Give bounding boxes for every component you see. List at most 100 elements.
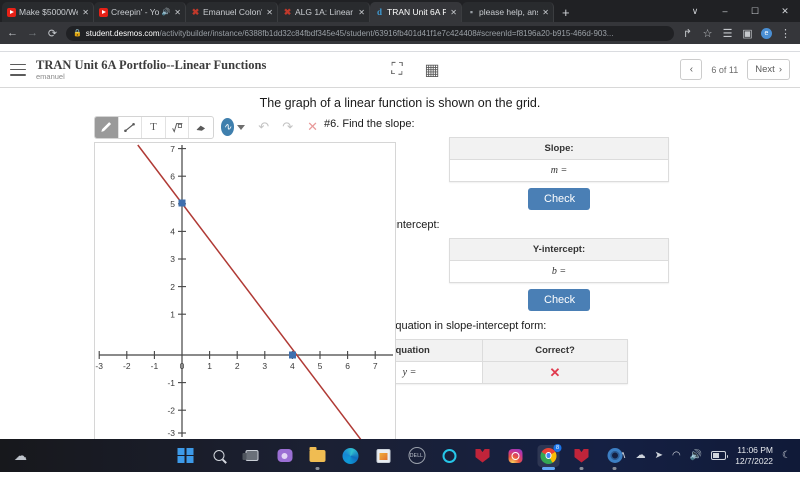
wifi-icon[interactable]: ◠ [672,450,681,461]
close-icon[interactable]: ✕ [357,8,365,17]
search-button[interactable] [208,445,230,467]
side-panel-icon[interactable]: ▣ [741,27,754,40]
next-screen-button[interactable]: Next › [747,59,790,80]
chat-icon [277,449,292,462]
equation-answer-prefix: y = [402,367,417,378]
close-icon[interactable]: ✕ [541,8,549,17]
instagram-icon [508,448,523,463]
check-y-intercept-button[interactable]: Check [528,289,590,311]
microsoft-store-button[interactable] [373,445,395,467]
slope-table-header: Slope: [449,137,669,160]
battery-icon[interactable] [711,451,729,460]
cortana-button[interactable] [439,445,461,467]
window-controls: ∨ – ☐ ✕ [680,0,800,22]
panes: T ∿ ↶ ↷ ✕ -3 -2 -1 0 1 2 3 4 5 6 7 7 6 5… [0,110,800,440]
notifications-icon[interactable]: ☾ [782,450,791,461]
close-icon[interactable]: ✕ [449,8,457,17]
fullscreen-icon[interactable]: ⛶ [391,61,402,79]
graph-canvas[interactable]: -3 -2 -1 0 1 2 3 4 5 6 7 7 6 5 4 3 2 1 -… [94,142,396,440]
y-intercept-answer-prefix: b = [551,266,567,277]
file-explorer-button[interactable] [307,445,329,467]
weather-widget[interactable]: ☁ [0,448,31,464]
start-button[interactable] [175,445,197,467]
volume-icon[interactable]: 🔊 [690,450,702,461]
math-expression-tool[interactable] [166,116,190,138]
check-slope-button[interactable]: Check [528,188,590,210]
clear-sketch-icon[interactable]: ✕ [307,119,318,135]
close-icon[interactable]: ✕ [173,8,181,17]
back-icon[interactable]: ← [6,27,19,39]
instagram-button[interactable] [505,445,527,467]
activity-header: TRAN Unit 6A Portfolio--Linear Functions… [0,52,800,88]
browser-tab[interactable]: ✖ Emanuel Colon's He ✕ [186,2,278,22]
svg-text:4: 4 [170,227,175,237]
browser-tab[interactable]: ▪ please help, answer ✕ [462,2,554,22]
chevron-down-icon[interactable] [237,124,246,130]
svg-text:2: 2 [170,282,175,292]
store-icon [376,448,391,463]
browser-tab[interactable]: ✖ ALG 1A: Linear Fun ✕ [278,2,370,22]
chrome-menu-icon[interactable]: ⋮ [779,27,792,40]
browser-tab[interactable]: Creepin' - YouT 🔊 ✕ [94,2,186,22]
slope-answer-prefix: m = [550,165,568,176]
browser-tab[interactable]: Make $5000/Week ✕ [2,2,94,22]
close-icon[interactable]: ✕ [81,8,89,17]
color-picker-button[interactable]: ∿ [220,118,235,136]
line-tool[interactable] [119,116,143,138]
chat-button[interactable] [274,445,296,467]
tab-search-chevron-icon[interactable]: ∨ [680,0,710,22]
profile-avatar[interactable]: e [761,27,772,39]
onedrive-icon[interactable]: ☁ [636,450,646,461]
svg-text:7: 7 [170,144,175,154]
redo-icon[interactable]: ↷ [282,119,293,135]
browser-tab-active[interactable]: d TRAN Unit 6A Portf ✕ [370,2,462,22]
svg-text:5: 5 [318,361,323,371]
clock[interactable]: 11:06 PM 12/7/2022 [735,445,773,467]
lock-icon: 🔒 [73,30,82,37]
eraser-tool[interactable] [189,117,212,138]
location-icon[interactable]: ➤ [655,450,663,461]
new-tab-button[interactable]: + [554,2,578,22]
tab-title: Emanuel Colon's He [203,7,262,17]
share-icon[interactable]: ↱ [681,27,694,40]
mute-icon[interactable]: 🔊 [162,8,171,16]
chrome-button[interactable]: 8 [537,443,562,467]
pencil-tool[interactable] [95,116,119,138]
y-intercept-answer-cell[interactable]: b = [449,260,669,283]
calculator-icon[interactable]: ▦ [425,60,440,80]
browser-toolbar-icons: ↱ ☆ ☰ ▣ e ⋮ [681,27,794,40]
settings-button[interactable] [604,445,626,467]
close-window-button[interactable]: ✕ [770,0,800,22]
maximize-button[interactable]: ☐ [740,0,770,22]
dell-button[interactable]: DELL [406,445,428,467]
svg-text:6: 6 [345,361,350,371]
system-tray: ∧ ☁ ➤ ◠ 🔊 11:06 PM 12/7/2022 ☾ [619,445,800,467]
svg-text:-3: -3 [167,428,175,438]
activity-content: The graph of a linear function is shown … [0,88,800,440]
windows-logo-icon [177,447,194,464]
tab-title: Make $5000/Week [19,7,78,17]
slope-answer-cell[interactable]: m = [449,159,669,182]
task-view-button[interactable] [241,445,263,467]
bookmark-star-icon[interactable]: ☆ [701,27,714,40]
reading-list-icon[interactable]: ☰ [721,27,734,40]
desmos-icon: d [376,6,382,17]
forward-icon[interactable]: → [26,27,39,39]
url-input[interactable]: 🔒 student.desmos.com/activitybuilder/ins… [66,25,674,41]
edge-button[interactable] [340,445,362,467]
student-name: emanuel [36,71,65,81]
mcafee-2-button[interactable] [571,445,593,467]
tab-title: TRAN Unit 6A Portf [387,7,446,17]
undo-icon[interactable]: ↶ [258,119,269,135]
svg-text:-1: -1 [167,378,175,388]
previous-screen-button[interactable]: ‹ [680,59,703,80]
url-host: student.desmos.com [85,28,160,38]
mcafee-shield-icon [574,448,589,463]
minimize-button[interactable]: – [710,0,740,22]
text-tool[interactable]: T [142,116,166,138]
reload-icon[interactable]: ⟳ [46,27,59,40]
close-icon[interactable]: ✕ [265,8,273,17]
y-intercept-table-header: Y-intercept: [449,238,669,261]
mcafee-button[interactable] [472,445,494,467]
hamburger-icon[interactable] [10,63,26,76]
